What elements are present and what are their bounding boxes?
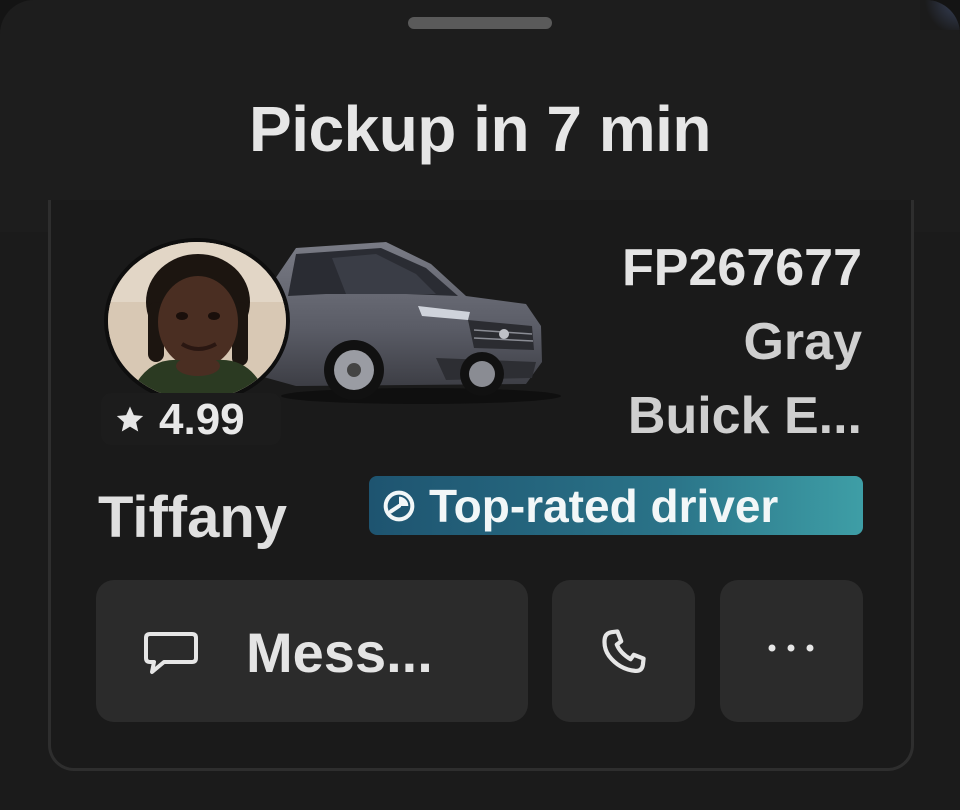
driver-avatar[interactable]: [104, 238, 290, 404]
background-edge: [920, 0, 960, 30]
call-button[interactable]: [552, 580, 695, 722]
badge-clock-icon: [383, 490, 415, 521]
vehicle-color: Gray: [743, 313, 862, 371]
badge-label: Top-rated driver: [429, 479, 779, 532]
license-plate: FP267677: [622, 239, 862, 297]
driver-rating: 4.99: [101, 393, 281, 445]
more-options-button[interactable]: [720, 580, 863, 722]
top-rated-badge[interactable]: Top-rated driver: [369, 476, 863, 535]
message-button[interactable]: Mess...: [96, 580, 528, 722]
driver-name: Tiffany: [98, 485, 288, 550]
rating-value: 4.99: [159, 395, 245, 444]
ellipsis-icon: [768, 644, 814, 652]
star-icon: [116, 406, 144, 432]
chat-bubble-icon: [144, 632, 198, 674]
phone-icon: [602, 629, 646, 674]
driver-photo: [108, 242, 286, 400]
pickup-eta-title: Pickup in 7 min: [249, 93, 711, 165]
trip-bottom-sheet: Pickup in 7 min 4.99 FP267677 Gray Buick…: [0, 0, 960, 810]
vehicle-model: Buick E...: [627, 387, 862, 445]
drag-handle[interactable]: [408, 17, 552, 29]
message-label: Mess...: [246, 621, 433, 684]
